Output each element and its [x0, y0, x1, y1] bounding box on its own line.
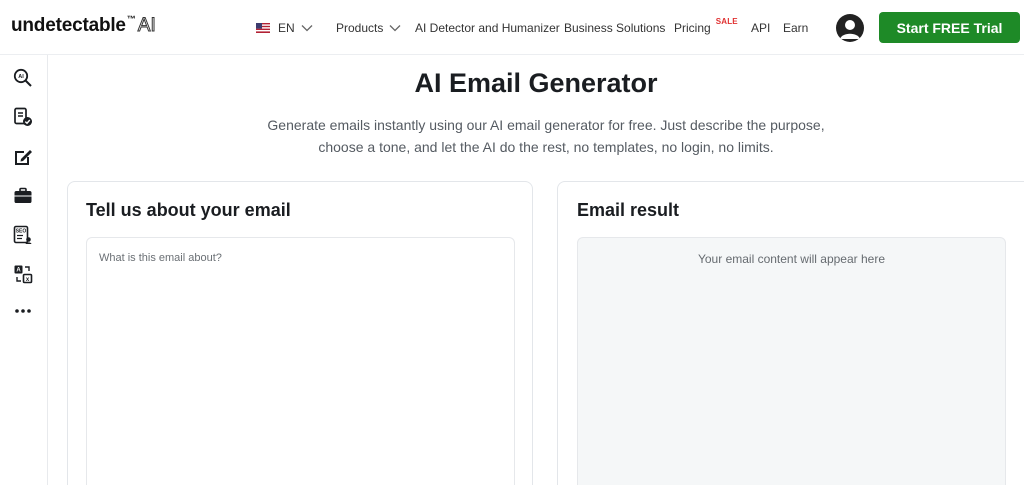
start-free-trial-button[interactable]: Start FREE Trial [879, 12, 1020, 43]
email-topic-input[interactable] [86, 237, 515, 485]
language-label: EN [278, 20, 295, 35]
nav-earn[interactable]: Earn [783, 0, 808, 55]
nav-business-label: Business Solutions [564, 20, 666, 35]
nav-business-solutions[interactable]: Business Solutions [564, 0, 665, 55]
user-silhouette-icon [840, 20, 860, 39]
user-avatar-icon[interactable] [836, 14, 864, 42]
us-flag-icon [256, 22, 270, 33]
top-header: undetectable ™ AI EN Products AI Detecto… [0, 0, 1024, 55]
translate-icon[interactable]: A x [12, 263, 34, 285]
svg-text:SEO: SEO [16, 229, 27, 235]
ai-detector-icon[interactable]: AI [12, 67, 34, 89]
nav-pricing[interactable]: Pricing SALE [674, 0, 738, 55]
nav-api-label: API [751, 20, 771, 35]
subtitle-line-2: choose a tone, and let the AI do the res… [318, 139, 774, 155]
nav-ai-detector-label: AI Detector and Humanizer [415, 20, 560, 35]
result-card-title: Email result [577, 200, 680, 220]
more-icon[interactable] [12, 300, 34, 322]
svg-text:AI: AI [18, 74, 24, 80]
briefcase-icon[interactable] [12, 185, 34, 207]
email-input-card: Tell us about your email [67, 181, 533, 485]
edit-note-icon[interactable] [12, 146, 34, 168]
chevron-down-icon [301, 24, 313, 31]
nav-products-label: Products [336, 20, 384, 35]
logo-trademark: ™ [126, 14, 136, 24]
subtitle-line-1: Generate emails instantly using our AI e… [267, 117, 825, 133]
page-title: AI Email Generator [414, 68, 658, 98]
sale-badge: SALE [715, 17, 738, 26]
language-selector[interactable]: EN [256, 0, 313, 55]
nav-earn-label: Earn [783, 20, 809, 35]
svg-text:A: A [16, 268, 21, 274]
logo-wordmark: undetectable [11, 15, 126, 36]
chevron-down-icon [389, 24, 401, 31]
page-subtitle: Generate emails instantly using our AI e… [48, 114, 1024, 158]
nav-products[interactable]: Products [336, 0, 401, 55]
seo-icon[interactable]: SEO [12, 224, 34, 246]
logo[interactable]: undetectable ™ AI [11, 14, 156, 37]
input-card-title: Tell us about your email [86, 200, 291, 220]
logo-ai-mark: AI [137, 15, 156, 37]
nav-pricing-label: Pricing [674, 20, 711, 35]
nav-ai-detector[interactable]: AI Detector and Humanizer [415, 0, 560, 55]
tools-sidebar: AI SEO A x [0, 55, 48, 485]
email-result-box[interactable]: Your email content will appear here [577, 237, 1006, 485]
nav-api[interactable]: API [751, 0, 770, 55]
result-placeholder-text: Your email content will appear here [697, 252, 885, 266]
email-result-card: Email result Your email content will app… [557, 181, 1024, 485]
checklist-icon[interactable] [12, 106, 34, 128]
